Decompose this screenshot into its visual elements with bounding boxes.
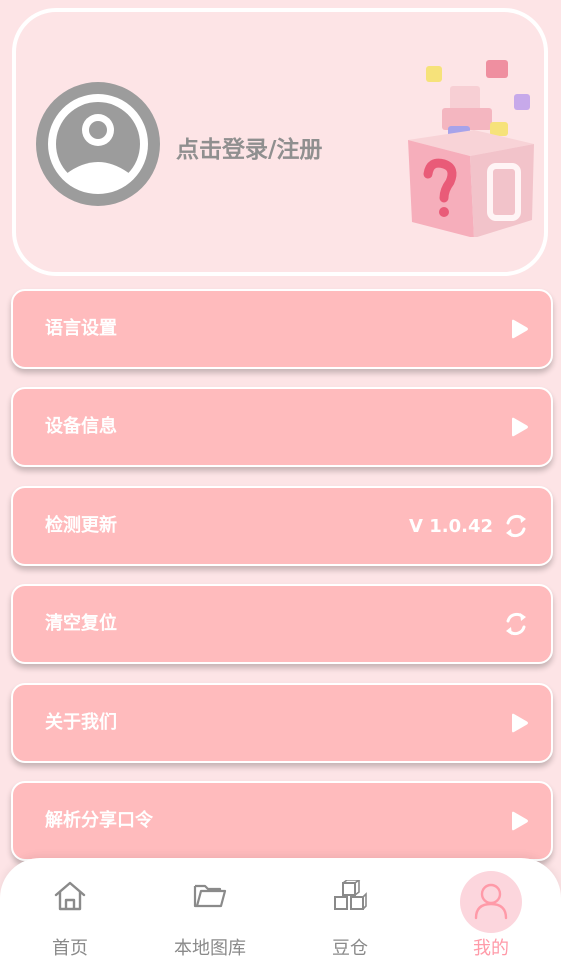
folder-icon [193, 884, 227, 908]
nav-label: 本地图库 [174, 938, 246, 959]
nav-tab-bean-storage[interactable]: 豆仓 [295, 858, 405, 967]
profile-card[interactable]: 点击登录/注册 [12, 8, 548, 276]
nav-tab-mine[interactable]: 我的 [436, 858, 546, 967]
menu-label: 清空复位 [45, 613, 117, 634]
nav-label: 首页 [52, 938, 88, 959]
mystery-box-icon [408, 60, 534, 237]
login-register-link[interactable]: 点击登录/注册 [176, 130, 322, 164]
menu-label: 语言设置 [45, 318, 117, 339]
menu-item-parse-share-code[interactable]: 解析分享口令 [11, 781, 553, 861]
version-text: V 1.0.42 [409, 515, 493, 537]
nav-tab-home[interactable]: 首页 [15, 858, 125, 967]
menu-label: 解析分享口令 [45, 810, 153, 831]
menu-label: 关于我们 [45, 712, 117, 733]
nav-label: 我的 [473, 938, 509, 959]
home-icon [54, 881, 86, 911]
menu-item-language-settings[interactable]: 语言设置 [11, 289, 553, 369]
user-icon [474, 883, 508, 920]
nav-tab-local-gallery[interactable]: 本地图库 [155, 858, 265, 967]
nav-label: 豆仓 [332, 938, 368, 959]
menu-item-about-us[interactable]: 关于我们 [11, 683, 553, 763]
play-arrow-icon [512, 319, 528, 339]
menu-label: 设备信息 [45, 416, 117, 437]
menu-item-reset[interactable]: 清空复位 [11, 584, 553, 664]
menu-item-device-info[interactable]: 设备信息 [11, 387, 553, 467]
cubes-icon [334, 880, 367, 910]
refresh-icon [506, 612, 526, 636]
play-arrow-icon [512, 417, 528, 437]
user-avatar-icon[interactable] [36, 82, 160, 206]
refresh-icon [506, 514, 526, 538]
play-arrow-icon [512, 713, 528, 733]
menu-label: 检测更新 [45, 515, 117, 536]
play-arrow-icon [512, 811, 528, 831]
bottom-nav: 首页 本地图库 豆仓 我的 [0, 858, 561, 967]
menu-item-check-update[interactable]: 检测更新 V 1.0.42 [11, 486, 553, 566]
